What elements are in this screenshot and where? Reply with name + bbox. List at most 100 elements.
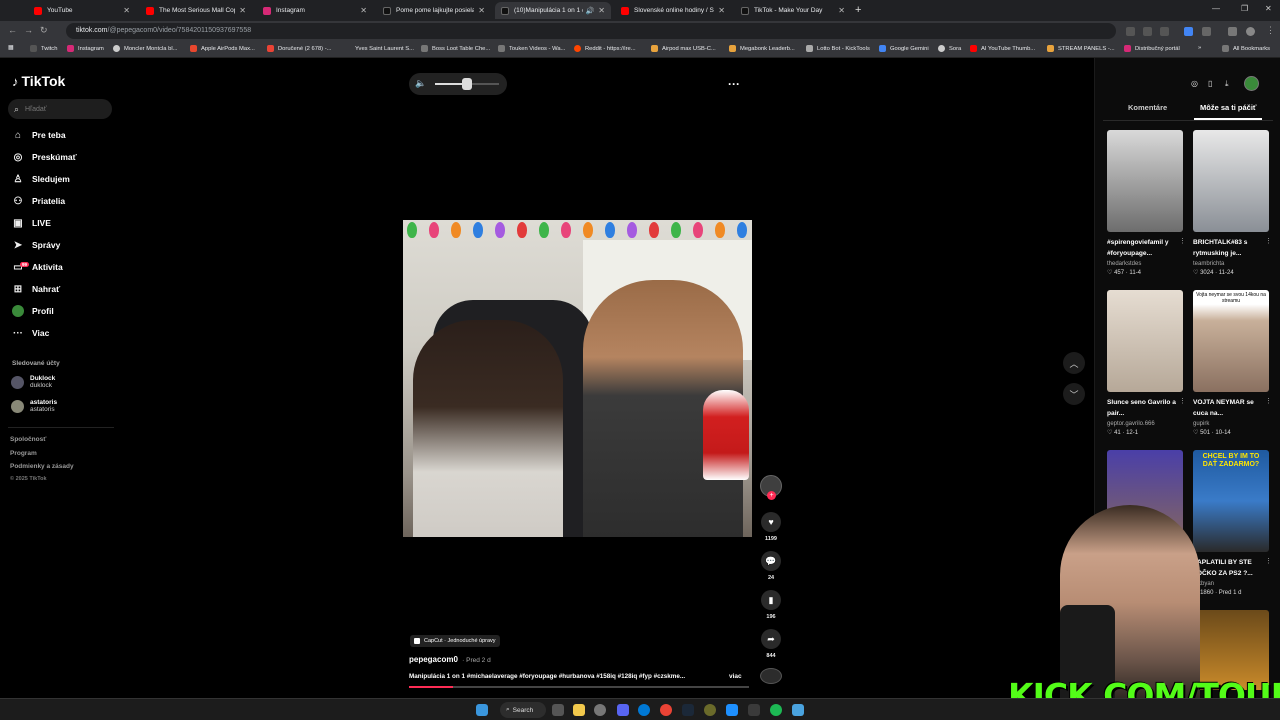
nav-live[interactable]: ▣ LIVE (11, 215, 51, 231)
video-thumbnail[interactable]: Vojta neymar se svou 14kou na streamu (1193, 290, 1269, 392)
share-icon[interactable]: ➦ (761, 629, 781, 649)
tab-6[interactable]: TikTok - Make Your Day ✕ (735, 2, 851, 19)
chrome-icon[interactable] (660, 704, 672, 716)
recommended-video-card[interactable]: Vojta neymar se svou 14kou na streamu VO… (1193, 290, 1272, 436)
bookmark-4[interactable]: Doručené (2 678) -... (267, 45, 332, 52)
extension-icon[interactable] (1184, 27, 1193, 36)
bookmark-11[interactable]: Lotto Bot - KickTools (806, 45, 870, 52)
creator-avatar[interactable]: + (760, 475, 782, 500)
followed-account-astatoris[interactable]: astatoris astatoris (11, 399, 57, 413)
puzzle-icon[interactable] (1202, 27, 1211, 36)
card-menu-icon[interactable]: ⋮ (1179, 397, 1186, 405)
video-thumbnail[interactable]: CHCEL BY IM TO DAŤ ZADARMO? (1193, 450, 1269, 552)
video-thumbnail[interactable] (1107, 290, 1183, 392)
recommended-video-card[interactable]: CHCEL BY IM TO DAŤ ZADARMO? ZAPLATILI BY… (1193, 450, 1272, 596)
edge-icon[interactable] (638, 704, 650, 716)
spotify-icon[interactable] (770, 704, 782, 716)
next-video-button[interactable]: ﹀ (1063, 383, 1085, 405)
file-explorer-icon[interactable] (573, 704, 585, 716)
previous-video-button[interactable]: ︿ (1063, 352, 1085, 374)
app-icon[interactable] (704, 704, 716, 716)
capcut-tag[interactable]: CapCut · Jednoduché úpravy (410, 635, 500, 647)
tab-2[interactable]: Instagram ✕ (257, 2, 373, 19)
maximize-button[interactable]: ❐ (1241, 4, 1248, 13)
discord-icon[interactable] (617, 704, 629, 716)
tab-0[interactable]: YouTube ✕ (28, 2, 136, 19)
nav-sledujem[interactable]: ♙ Sledujem (11, 171, 70, 187)
tiktok-logo[interactable]: ♪ TikTok (12, 73, 65, 89)
volume-knob[interactable] (462, 78, 472, 90)
followed-account-duklock[interactable]: Duklock duklock (11, 375, 55, 389)
menu-icon[interactable]: ⋮ (1266, 25, 1275, 36)
bookmark-5[interactable]: Yves Saint Laurent S... (344, 45, 414, 52)
comment-icon[interactable]: 💬 (761, 551, 781, 571)
bookmark-7[interactable]: Touken Videos - Wa... (498, 45, 565, 52)
all-bookmarks[interactable]: All Bookmarks (1222, 45, 1270, 52)
music-disc-icon[interactable] (760, 668, 782, 684)
follow-plus-icon[interactable]: + (767, 491, 776, 500)
close-icon[interactable]: ✕ (123, 6, 130, 15)
minimize-button[interactable]: — (1212, 4, 1220, 13)
nav-profil[interactable]: Profil (11, 303, 54, 319)
recommended-video-card[interactable]: Slunce seno Gavrilo a pair... geptor.gav… (1107, 290, 1186, 436)
tab-5[interactable]: Slovenské online hodiny / Slov ✕ (615, 2, 731, 19)
star-icon[interactable] (1160, 27, 1169, 36)
video-thumbnail[interactable] (1193, 130, 1269, 232)
bookmarks-overflow-icon[interactable]: » (1198, 45, 1201, 51)
back-icon[interactable]: ← (8, 25, 17, 35)
nav-priatelia[interactable]: ⚇ Priatelia (11, 193, 66, 209)
notepad-icon[interactable] (792, 704, 804, 716)
profile-avatar[interactable] (1244, 76, 1259, 91)
obs-icon[interactable] (748, 704, 760, 716)
close-window-button[interactable]: ✕ (1265, 4, 1272, 13)
speaker-icon[interactable]: 🔈 (415, 78, 426, 89)
nav-pre-teba[interactable]: ⌂ Pre teba (11, 127, 66, 143)
bookmark-14[interactable]: AI YouTube Thumb... (970, 45, 1035, 52)
card-menu-icon[interactable]: ⋮ (1265, 397, 1272, 405)
caption-more-link[interactable]: viac (729, 673, 742, 680)
card-menu-icon[interactable]: ⋮ (1179, 237, 1186, 245)
recommended-video-card[interactable]: #spirengoviefamil y #foryoupage... theda… (1107, 130, 1186, 276)
apps-icon[interactable]: ▦ (8, 45, 13, 51)
tab-recommended[interactable]: Môže sa ti páčiť (1200, 103, 1257, 112)
footer-link-company[interactable]: Spoločnosť (10, 436, 46, 443)
close-icon[interactable]: ✕ (838, 6, 845, 15)
tab-comments[interactable]: Komentáre (1128, 103, 1167, 112)
bookmark-9[interactable]: Airpod max USB-C... (651, 45, 716, 52)
nav-preskumat[interactable]: ◎ Preskúmať (11, 149, 77, 165)
bookmark-3[interactable]: Apple AirPods Max... (190, 45, 255, 52)
bookmark-1[interactable]: Instagram (67, 45, 104, 52)
bookmark-0[interactable]: Twitch (30, 45, 57, 52)
video-author[interactable]: pepegacom0 · Pred 2 d (409, 655, 491, 664)
audio-icon[interactable]: 🔊 (586, 7, 595, 15)
compass-icon[interactable]: ◎ (1191, 79, 1198, 88)
tab-1[interactable]: The Most Serious Mall Cop - Yo✕ (140, 2, 252, 19)
nav-viac[interactable]: ··· Viac (11, 325, 49, 341)
new-tab-button[interactable]: + (855, 4, 861, 16)
share-action[interactable]: ➦ 844 (761, 629, 781, 659)
taskbar-search[interactable]: ⌕ Search (500, 702, 546, 718)
phone-icon[interactable]: ▯ (1208, 79, 1212, 88)
bookmark-16[interactable]: Distribučný portál (1124, 45, 1180, 52)
reload-icon[interactable]: ↻ (40, 25, 48, 36)
forward-icon[interactable]: → (24, 25, 33, 35)
video-thumbnail[interactable] (1107, 130, 1183, 232)
url-input[interactable]: tiktok.com/@pepegacom0/video/75842011509… (66, 23, 1116, 39)
video-player[interactable] (403, 220, 752, 537)
bookmark-2[interactable]: Moncler Montcla bl... (113, 45, 177, 52)
nav-nahrat[interactable]: ⊞ Nahrať (11, 281, 60, 297)
download-icon[interactable]: ⤓ (1225, 79, 1229, 89)
cast-icon[interactable] (1126, 27, 1135, 36)
bookmark-icon[interactable]: ▮ (761, 590, 781, 610)
volume-control[interactable]: 🔈 (409, 73, 507, 95)
tab-4-active[interactable]: (10)Manipulácia 1 on 1 #mi🔊✕ (495, 2, 611, 19)
heart-icon[interactable]: ♥ (761, 512, 781, 532)
close-icon[interactable]: ✕ (718, 6, 725, 15)
task-view-icon[interactable] (552, 704, 564, 716)
bookmark-8[interactable]: Reddit - https://ire... (574, 45, 636, 52)
comment-action[interactable]: 💬 24 (761, 551, 781, 581)
bookmark-15[interactable]: STREAM PANELS -... (1047, 45, 1115, 52)
app-icon[interactable] (726, 704, 738, 716)
save-action[interactable]: ▮ 196 (761, 590, 781, 620)
close-icon[interactable]: ✕ (239, 6, 246, 15)
